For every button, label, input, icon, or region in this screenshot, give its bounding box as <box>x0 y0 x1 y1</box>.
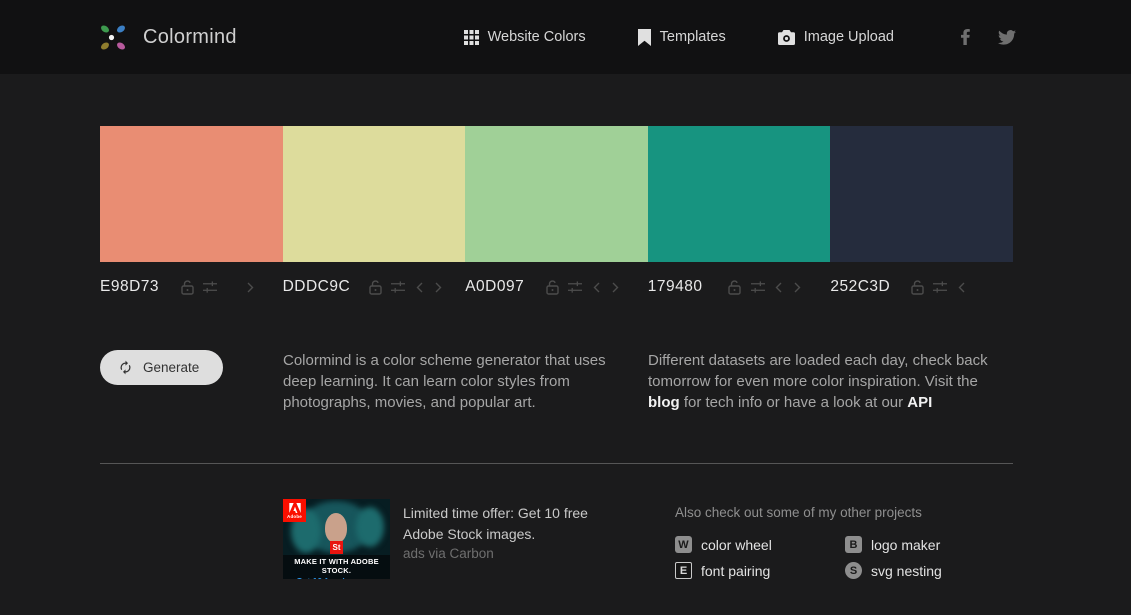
ad-art-face <box>325 513 347 543</box>
swatch-controls-4: 179480 <box>648 262 831 298</box>
adobe-stock-ad-image[interactable]: Adobe St MAKE IT WITH ADOBE STOCK. Get 1… <box>283 499 390 579</box>
ad-strip: MAKE IT WITH ADOBE STOCK. Get 10 free im… <box>283 555 390 579</box>
logo-maker-icon: B <box>845 536 862 553</box>
hex-value[interactable]: A0D097 <box>465 278 527 296</box>
chevron-right-icon[interactable] <box>793 279 803 295</box>
svg-nesting-icon: S <box>845 562 862 579</box>
controls-row: Generate Colormind is a color scheme gen… <box>100 350 1013 413</box>
description-paragraph-2: Different datasets are loaded each day, … <box>648 352 988 411</box>
brand-name: Colormind <box>143 25 237 48</box>
facebook-icon[interactable] <box>956 28 974 46</box>
swatch-controls-5: 252C3D <box>830 262 1013 298</box>
api-link[interactable]: API <box>907 394 932 411</box>
social-links <box>956 28 1016 46</box>
hex-value[interactable]: DDDC9C <box>283 278 351 296</box>
ad-offer-text[interactable]: Limited time offer: Get 10 free Adobe St… <box>403 503 613 545</box>
project-link-font-pairing[interactable]: E font pairing <box>675 562 845 579</box>
project-link-color-wheel[interactable]: W color wheel <box>675 536 845 553</box>
carbon-ad: Adobe St MAKE IT WITH ADOBE STOCK. Get 1… <box>283 499 675 579</box>
adobe-logo-icon: Adobe <box>283 499 306 522</box>
font-pairing-icon: E <box>675 562 692 579</box>
ad-attribution[interactable]: ads via Carbon <box>403 546 613 561</box>
lock-icon[interactable] <box>368 279 382 295</box>
project-link-svg-nesting[interactable]: S svg nesting <box>845 562 1015 579</box>
projects-block: Also check out some of my other projects… <box>675 499 1015 579</box>
chevron-left-icon[interactable] <box>414 279 424 295</box>
lock-icon[interactable] <box>910 279 924 295</box>
nav-item-templates[interactable]: Templates <box>637 28 726 46</box>
hex-value[interactable]: 179480 <box>648 278 710 296</box>
colormind-logo-icon <box>101 25 125 50</box>
chevron-right-icon[interactable] <box>610 279 620 295</box>
adjust-sliders-icon[interactable] <box>391 279 406 295</box>
hex-value[interactable]: E98D73 <box>100 278 162 296</box>
lock-icon[interactable] <box>545 279 559 295</box>
color-swatch-1[interactable] <box>100 126 283 262</box>
adjust-sliders-icon[interactable] <box>568 279 583 295</box>
description-paragraph-1: Colormind is a color scheme generator th… <box>283 352 606 411</box>
footer: Adobe St MAKE IT WITH ADOBE STOCK. Get 1… <box>100 499 1013 579</box>
twitter-icon[interactable] <box>998 28 1016 46</box>
chevron-right-icon[interactable] <box>245 279 255 295</box>
lock-icon[interactable] <box>180 279 194 295</box>
chevron-left-icon[interactable] <box>774 279 784 295</box>
chevron-left-icon[interactable] <box>956 279 966 295</box>
chevron-right-icon[interactable] <box>433 279 443 295</box>
adobe-stock-badge: St <box>330 541 343 554</box>
project-link-logo-maker[interactable]: B logo maker <box>845 536 1015 553</box>
palette <box>100 126 1013 262</box>
swatch-controls-1: E98D73 <box>100 262 283 298</box>
nav-label-image-upload: Image Upload <box>803 29 894 45</box>
main-content: E98D73 DDDC9C A0D097 179480 252C3D Gener… <box>100 126 1013 579</box>
brand-logo[interactable]: Colormind <box>96 19 237 55</box>
ad-cta-link[interactable]: Get 10 free images › <box>283 576 390 579</box>
adjust-sliders-icon[interactable] <box>750 279 765 295</box>
blog-link[interactable]: blog <box>648 394 680 411</box>
color-swatch-2[interactable] <box>282 126 466 262</box>
lock-icon[interactable] <box>728 279 742 295</box>
adjust-sliders-icon[interactable] <box>203 279 217 295</box>
nav-label-templates: Templates <box>659 29 726 45</box>
bookmark-icon <box>637 28 651 46</box>
nav-item-image-upload[interactable]: Image Upload <box>777 29 894 45</box>
camera-icon <box>777 29 795 45</box>
navbar: Colormind Website Colors Templates Image… <box>0 0 1131 74</box>
generate-button[interactable]: Generate <box>100 350 224 385</box>
projects-heading: Also check out some of my other projects <box>675 505 922 520</box>
ad-headline: MAKE IT WITH ADOBE STOCK. <box>294 557 379 575</box>
swatch-controls-3: A0D097 <box>465 262 648 298</box>
refresh-icon <box>120 360 131 375</box>
color-wheel-icon: W <box>675 536 692 553</box>
color-swatch-5[interactable] <box>830 126 1013 262</box>
color-swatch-4[interactable] <box>647 126 831 262</box>
chevron-left-icon[interactable] <box>591 279 601 295</box>
nav-item-website-colors[interactable]: Website Colors <box>463 29 586 45</box>
grid-icon <box>463 29 479 45</box>
generate-label: Generate <box>143 360 200 375</box>
swatch-controls-2: DDDC9C <box>283 262 466 298</box>
hex-value[interactable]: 252C3D <box>830 278 892 296</box>
hex-row: E98D73 DDDC9C A0D097 179480 252C3D <box>100 262 1013 298</box>
nav-label-website-colors: Website Colors <box>487 29 586 45</box>
nav-menu: Website Colors Templates Image Upload <box>463 28 894 46</box>
divider <box>100 463 1013 464</box>
color-swatch-3[interactable] <box>465 126 648 262</box>
adjust-sliders-icon[interactable] <box>933 279 948 295</box>
